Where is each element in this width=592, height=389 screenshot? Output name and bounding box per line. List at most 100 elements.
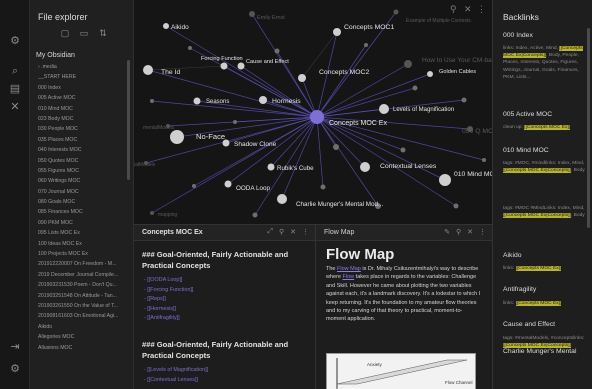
file-list-item[interactable]: 060 Writings MOC xyxy=(38,176,130,186)
backlink-snippet[interactable]: tags: #MOC, #mindlinks: Index, Mind, [[C… xyxy=(503,160,586,174)
graph-node-label[interactable]: Charlie Munger's Mental Mod... xyxy=(296,201,384,208)
graph-node[interactable] xyxy=(412,85,418,91)
file-list-item[interactable]: 100 Ideas MOC Ex xyxy=(38,239,130,249)
graph-node[interactable] xyxy=(249,11,255,17)
graph-node-label[interactable]: 050 Q MOC xyxy=(462,128,492,135)
graph-node-label[interactable]: Shadow Clone xyxy=(234,141,277,148)
graph-node-label[interactable]: Concepts MOC Ex xyxy=(329,120,387,127)
backlinks-scrollbar[interactable] xyxy=(587,28,590,228)
backlink-heading[interactable]: 010 Mind MOC xyxy=(503,147,549,154)
graph-node-label[interactable]: mapping xyxy=(158,212,177,218)
backlink-snippet[interactable]: tags: #MOC #MindLinks: Index, Mind, [[Co… xyxy=(503,205,586,219)
graph-node[interactable] xyxy=(404,60,412,68)
graph-node[interactable] xyxy=(188,46,192,50)
close-icon[interactable]: ✕ xyxy=(467,228,473,236)
graph-node-label[interactable]: OODA Loop xyxy=(236,185,270,192)
graph-node[interactable] xyxy=(427,71,433,77)
graph-node[interactable] xyxy=(393,9,399,15)
file-list-item[interactable]: 005 Active MOC xyxy=(38,93,130,103)
graph-node-label[interactable]: Example of Multiple Contexts xyxy=(406,18,471,24)
file-list-item[interactable]: 080 Goals MOC xyxy=(38,197,130,207)
graph-node[interactable] xyxy=(333,28,341,36)
graph-node[interactable] xyxy=(252,212,258,218)
file-list-item[interactable]: 201903251548 On Attitude - Tan... xyxy=(38,291,130,301)
internal-link[interactable]: - [[OODA Loop]] xyxy=(144,277,182,283)
graph-node[interactable] xyxy=(274,48,280,54)
new-note-icon[interactable]: ▢ xyxy=(60,28,70,39)
file-list-item[interactable]: 090 PKM MOC xyxy=(38,218,130,228)
graph-node[interactable] xyxy=(461,97,467,103)
more-icon[interactable]: ⋮ xyxy=(479,228,486,236)
file-list-item[interactable]: 201908161603 On Emotional Agi... xyxy=(38,311,130,321)
graph-node[interactable] xyxy=(224,180,232,188)
open-vault-icon[interactable]: ⇥ xyxy=(7,340,23,354)
graph-node-label[interactable]: The Id xyxy=(161,69,180,76)
graph-node-label[interactable]: Golden Cables xyxy=(439,69,476,75)
file-list-item[interactable]: Allusions MOC xyxy=(38,343,130,353)
vault-name[interactable]: My Obsidian xyxy=(36,52,75,59)
new-folder-icon[interactable]: ▭ xyxy=(79,28,89,39)
backlink-snippet[interactable]: links: [[Concepts MOC Ex]] xyxy=(503,300,586,307)
file-list-scrollbar[interactable] xyxy=(127,60,130,180)
backlink-heading[interactable]: 005 Active MOC xyxy=(503,111,552,118)
close-icon[interactable]: ✕ xyxy=(290,228,296,236)
edit-icon[interactable]: ✎ xyxy=(444,228,450,236)
graph-node[interactable] xyxy=(267,163,275,171)
graph-node-label[interactable]: No-Face xyxy=(196,132,225,141)
random-note-icon[interactable]: ✕ xyxy=(7,100,23,114)
graph-node-label[interactable]: Levels of Magnification xyxy=(393,107,454,113)
graph-node[interactable] xyxy=(364,43,368,47)
graph-node[interactable] xyxy=(163,23,169,29)
internal-link[interactable]: - [[Antifragility]] xyxy=(144,315,180,321)
graph-node[interactable] xyxy=(150,99,154,103)
settings-gear-icon[interactable]: ⚙ xyxy=(7,362,23,376)
backlink-heading[interactable]: Antifragility xyxy=(503,286,536,293)
tags-icon[interactable]: ▤ xyxy=(7,82,23,96)
graph-node-label[interactable]: Rubik's Cube xyxy=(277,165,314,172)
graph-node[interactable] xyxy=(379,104,389,114)
file-list-item[interactable]: Aikido xyxy=(38,322,130,332)
file-list-item[interactable]: 201903231530 Poem - Don't Qu... xyxy=(38,280,130,290)
search-icon[interactable]: ⌕ xyxy=(7,64,23,78)
body-link[interactable]: Flow xyxy=(343,274,355,280)
backlinks-count-icon[interactable]: ⤢ xyxy=(267,228,273,236)
file-list-item[interactable]: 050 Quotes MOC xyxy=(38,156,130,166)
pin-icon[interactable]: ⚲ xyxy=(279,228,284,236)
graph-node-label[interactable]: Hormesis xyxy=(272,98,301,105)
graph-node-label[interactable]: Contextual Lenses xyxy=(380,163,437,170)
graph-node-label[interactable]: Seasons xyxy=(206,99,229,105)
backlink-heading[interactable]: Cause and Effect xyxy=(503,321,555,328)
graph-node-label[interactable]: ialModels xyxy=(134,162,156,168)
file-list-item[interactable]: 201912220007 On Freedom - M... xyxy=(38,259,130,269)
graph-node-label[interactable]: mentalModels xyxy=(143,125,175,131)
backlink-heading[interactable]: Aikido xyxy=(503,252,522,259)
file-list-item[interactable]: 055 Figures MOC xyxy=(38,166,130,176)
graph-node[interactable] xyxy=(320,184,326,190)
sort-icon[interactable]: ⇅ xyxy=(98,28,108,39)
graph-node[interactable] xyxy=(439,174,451,186)
file-list-item[interactable]: 085 Finances MOC xyxy=(38,207,130,217)
file-list-item[interactable]: 000 Index xyxy=(38,83,130,93)
file-list-item[interactable]: 030 People MOC xyxy=(38,124,130,134)
graph-node-label[interactable]: 010 Mind MOC xyxy=(454,171,492,178)
body-link[interactable]: Flow Map xyxy=(337,266,361,272)
graph-node[interactable] xyxy=(170,130,184,144)
graph-node[interactable] xyxy=(237,62,245,70)
graph-node-label[interactable]: How to Use Your CM-based D... xyxy=(422,57,492,64)
graph-node[interactable] xyxy=(259,96,267,104)
internal-link[interactable]: - [[Hormesis]] xyxy=(144,306,176,312)
graph-node[interactable] xyxy=(360,162,370,172)
graph-node[interactable] xyxy=(222,139,230,147)
graph-node[interactable] xyxy=(193,97,201,105)
backlink-heading[interactable]: 000 Index xyxy=(503,32,533,39)
graph-close-icon[interactable]: ✕ xyxy=(464,4,472,15)
internal-link[interactable]: - [[Levels of Magnification]] xyxy=(144,367,208,373)
graph-node[interactable] xyxy=(453,203,459,209)
graph-node[interactable] xyxy=(277,194,287,204)
graph-node[interactable] xyxy=(192,184,196,188)
file-list-item[interactable]: 040 Interests MOC xyxy=(38,145,130,155)
file-list-item[interactable]: › .media xyxy=(38,62,130,72)
pin-icon[interactable]: ⚲ xyxy=(456,228,461,236)
backlink-heading[interactable]: Charlie Munger's Mental xyxy=(503,348,576,355)
file-list-item[interactable]: 035 Places MOC xyxy=(38,135,130,145)
